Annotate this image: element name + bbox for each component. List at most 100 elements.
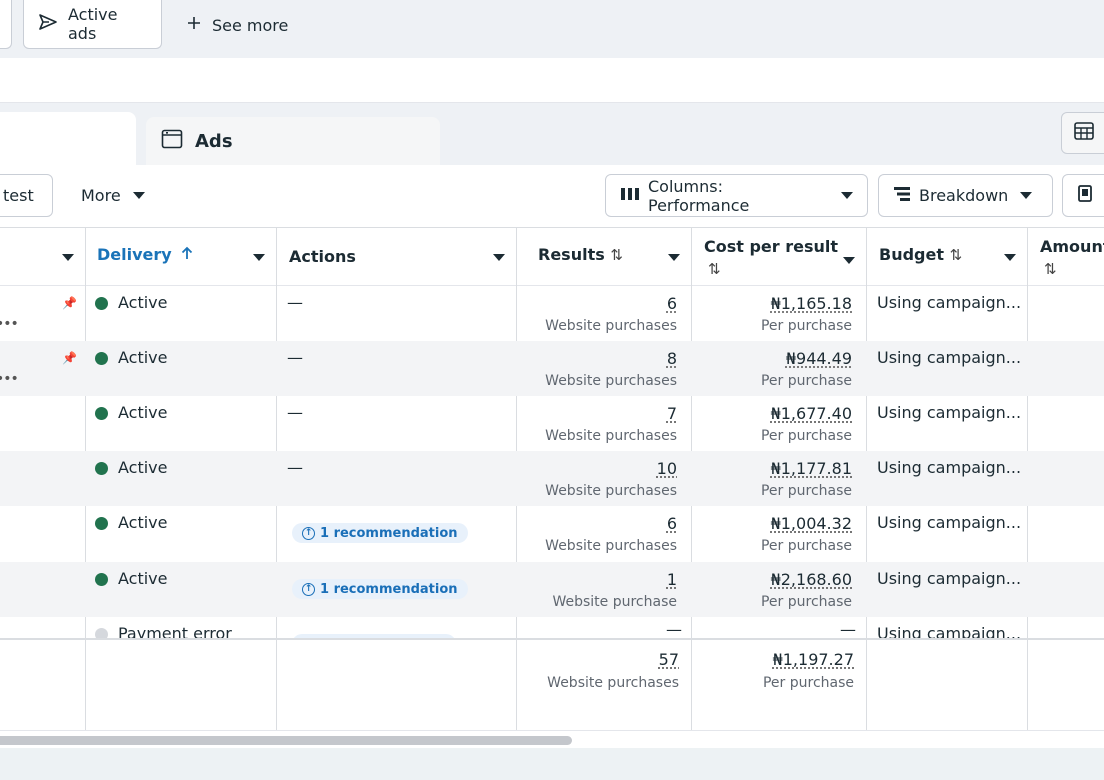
pin-icon[interactable]: 📌 [62, 296, 77, 310]
active-ads-label: Active ads [68, 5, 118, 43]
sort-ascending-icon [181, 245, 193, 264]
truncated-name: ••• [0, 371, 19, 387]
send-icon [38, 13, 58, 35]
budget-value: Using campaign... [877, 293, 1022, 312]
caret-down-icon [841, 192, 853, 199]
recommendation-label: 1 recommendation [320, 581, 458, 597]
arrow-up-circle-icon: ↑ [302, 582, 315, 596]
table-row[interactable]: Active — 7 Website purchases ₦1,677.40 P… [0, 396, 1104, 451]
cost-value[interactable]: ₦944.49 [786, 349, 852, 368]
header-cost-per-result[interactable]: Cost per result ⇅ [692, 228, 866, 286]
ab-test-button[interactable]: test [0, 174, 53, 217]
header-delivery[interactable]: Delivery [86, 228, 276, 286]
breakdown-dropdown[interactable]: Breakdown [878, 174, 1053, 217]
delivery-status: Active [118, 513, 168, 532]
status-dot-active [95, 352, 108, 365]
columns-dropdown[interactable]: Columns: Performance [605, 174, 868, 217]
report-icon [1077, 184, 1095, 207]
header-actions[interactable]: Actions [277, 228, 516, 286]
caret-down-icon[interactable] [253, 254, 265, 261]
header-results[interactable]: Results ⇅ [517, 228, 691, 286]
results-type: Website purchases [545, 428, 677, 444]
tab-ads[interactable]: Ads [146, 117, 440, 165]
arrow-up-circle-icon: ↑ [302, 526, 315, 540]
scrollbar-thumb[interactable] [0, 736, 572, 745]
see-more-button[interactable]: See more [186, 12, 288, 38]
delivery-status: Active [118, 458, 168, 477]
table-row[interactable]: Active — 10 Website purchases ₦1,177.81 … [0, 451, 1104, 506]
reports-button[interactable] [1062, 174, 1104, 217]
table-row[interactable]: ••• 📌 Active — 8 Website purchases ₦944.… [0, 341, 1104, 396]
recommendation-pill[interactable]: ↑ 1 recommendation [292, 523, 468, 543]
ab-test-label: test [3, 186, 34, 205]
results-type: Website purchases [545, 373, 677, 389]
header-cost-label: Cost per result [704, 237, 839, 256]
breakdown-icon [893, 186, 911, 206]
delivery-status: Payment error [118, 624, 232, 638]
cost-type: Per purchase [760, 594, 852, 610]
results-value[interactable]: 6 [667, 514, 677, 533]
recommendation-pill[interactable]: ↑ 1 recommendation [292, 579, 468, 599]
pin-icon[interactable]: 📌 [62, 351, 77, 365]
results-value[interactable]: 8 [667, 349, 677, 368]
delivery-status: Active [118, 293, 168, 312]
results-value[interactable]: 7 [667, 404, 677, 423]
caret-down-icon[interactable] [493, 254, 505, 261]
actions-empty: — [287, 293, 303, 312]
caret-down-icon[interactable] [843, 257, 855, 264]
cost-value[interactable]: ₦2,168.60 [771, 570, 852, 589]
tab-ad-sets[interactable] [0, 112, 136, 168]
recommendation-label: 1 recommendation [320, 525, 458, 541]
header-budget[interactable]: Budget ⇅ [867, 228, 1027, 286]
cost-value[interactable]: ₦1,004.32 [771, 514, 852, 533]
cost-value[interactable]: ₦1,677.40 [771, 404, 852, 423]
level-tabs: Ads [0, 103, 1104, 168]
ad-icon [161, 129, 183, 154]
sort-icon: ⇅ [708, 260, 721, 278]
cost-type: Per purchase [760, 483, 852, 499]
budget-value: Using campaign... [877, 403, 1022, 422]
cost-type: Per purchase [760, 318, 852, 334]
header-results-label: Results [538, 245, 605, 264]
status-dot-active [95, 462, 108, 475]
caret-down-icon[interactable] [668, 254, 680, 261]
total-results[interactable]: 57 [659, 650, 679, 669]
search-bar-area [0, 58, 1104, 103]
more-button[interactable]: More [66, 174, 160, 217]
horizontal-scrollbar[interactable] [0, 730, 1104, 748]
results-value[interactable]: 1 [667, 570, 677, 589]
header-amount-spent[interactable]: Amount ⇅ [1028, 228, 1104, 286]
header-delivery-label: Delivery [97, 245, 172, 264]
filter-chip-previous[interactable] [0, 0, 12, 49]
filter-chip-bar: Active ads See more [0, 0, 1104, 58]
results-value[interactable]: 6 [667, 294, 677, 313]
ads-table: Delivery Actions Results ⇅ Cost per resu… [0, 228, 1104, 748]
table-row[interactable]: Payment error — — Using campaign... [0, 617, 1104, 638]
table-view-button[interactable] [1061, 112, 1104, 154]
results-value[interactable]: 10 [657, 459, 677, 478]
table-row[interactable]: Active ↑ 1 recommendation 6 Website purc… [0, 506, 1104, 561]
cost-value: — [840, 620, 856, 638]
cost-value[interactable]: ₦1,177.81 [771, 459, 852, 478]
table-row[interactable]: ••• 📌 Active — 6 Website purchases ₦1,16… [0, 286, 1104, 341]
cost-type: Per purchase [760, 428, 852, 444]
columns-icon [620, 186, 640, 205]
caret-down-icon[interactable] [62, 254, 74, 261]
cost-value[interactable]: ₦1,165.18 [771, 294, 852, 313]
table-icon [1074, 122, 1094, 144]
total-cost[interactable]: ₦1,197.27 [773, 650, 854, 669]
caret-down-icon [1020, 192, 1033, 199]
results-type: Website purchases [545, 483, 677, 499]
results-value: — [666, 620, 682, 638]
active-ads-chip[interactable]: Active ads [23, 0, 162, 49]
sort-icon: ⇅ [610, 246, 623, 264]
sort-icon: ⇅ [949, 246, 963, 264]
delivery-status: Active [118, 569, 168, 588]
table-row[interactable]: Active ↑ 1 recommendation 1 Website purc… [0, 562, 1104, 617]
caret-down-icon[interactable] [1004, 254, 1016, 261]
status-dot-active [95, 407, 108, 420]
caret-down-icon [132, 192, 145, 199]
plus-icon [186, 15, 202, 35]
header-name-column[interactable] [0, 228, 85, 286]
tab-ads-label: Ads [195, 130, 233, 152]
